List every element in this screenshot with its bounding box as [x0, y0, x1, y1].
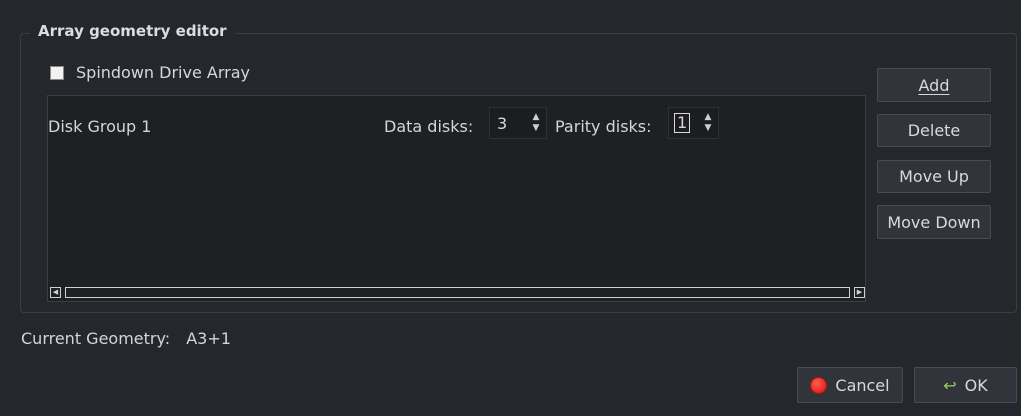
disk-group-label: Disk Group 1 [48, 117, 152, 136]
move-down-button-label: Move Down [887, 212, 981, 232]
cancel-button-label: Cancel [835, 375, 890, 395]
parity-disks-label: Parity disks: [555, 117, 652, 136]
current-geometry-value: A3+1 [186, 329, 231, 348]
step-down-icon[interactable]: ▼ [533, 123, 540, 134]
data-disks-value[interactable]: 3 [490, 114, 529, 133]
add-button[interactable]: Add [877, 68, 991, 102]
parity-disks-spinbox[interactable]: 1 ▲ ▼ [668, 107, 719, 139]
check-arrow-icon: ↩ [943, 375, 957, 395]
red-circle-icon [810, 376, 828, 394]
cancel-button[interactable]: Cancel [797, 367, 903, 403]
move-up-button-label: Move Up [899, 167, 969, 186]
spindown-checkbox-row[interactable]: Spindown Drive Array [50, 63, 250, 82]
scroll-left-icon[interactable]: ◀ [50, 287, 61, 298]
move-down-button[interactable]: Move Down [877, 205, 991, 239]
spindown-label[interactable]: Spindown Drive Array [76, 63, 250, 82]
data-disks-stepper[interactable]: ▲ ▼ [529, 112, 543, 134]
spindown-checkbox[interactable] [50, 65, 64, 80]
data-disks-label: Data disks: [384, 117, 474, 136]
scrollbar-track[interactable] [65, 287, 850, 298]
step-down-icon[interactable]: ▼ [705, 123, 712, 134]
parity-disks-stepper[interactable]: ▲ ▼ [701, 112, 715, 134]
data-disks-spinbox[interactable]: 3 ▲ ▼ [489, 107, 547, 139]
add-button-label: Add [918, 75, 950, 95]
step-up-icon[interactable]: ▲ [533, 112, 540, 123]
current-geometry-label: Current Geometry: [21, 329, 171, 348]
ok-button-label: OK [964, 375, 988, 395]
delete-button-label: Delete [907, 121, 961, 140]
group-title: Array geometry editor [30, 22, 235, 40]
move-up-button[interactable]: Move Up [877, 160, 991, 193]
current-geometry: Current Geometry: A3+1 [21, 329, 231, 348]
delete-button[interactable]: Delete [877, 114, 991, 147]
scroll-right-icon[interactable]: ▶ [854, 287, 865, 298]
ok-button[interactable]: ↩ OK [914, 367, 1017, 403]
horizontal-scrollbar[interactable]: ◀ ▶ [50, 286, 865, 299]
parity-disks-value[interactable]: 1 [674, 113, 691, 133]
step-up-icon[interactable]: ▲ [705, 112, 712, 123]
